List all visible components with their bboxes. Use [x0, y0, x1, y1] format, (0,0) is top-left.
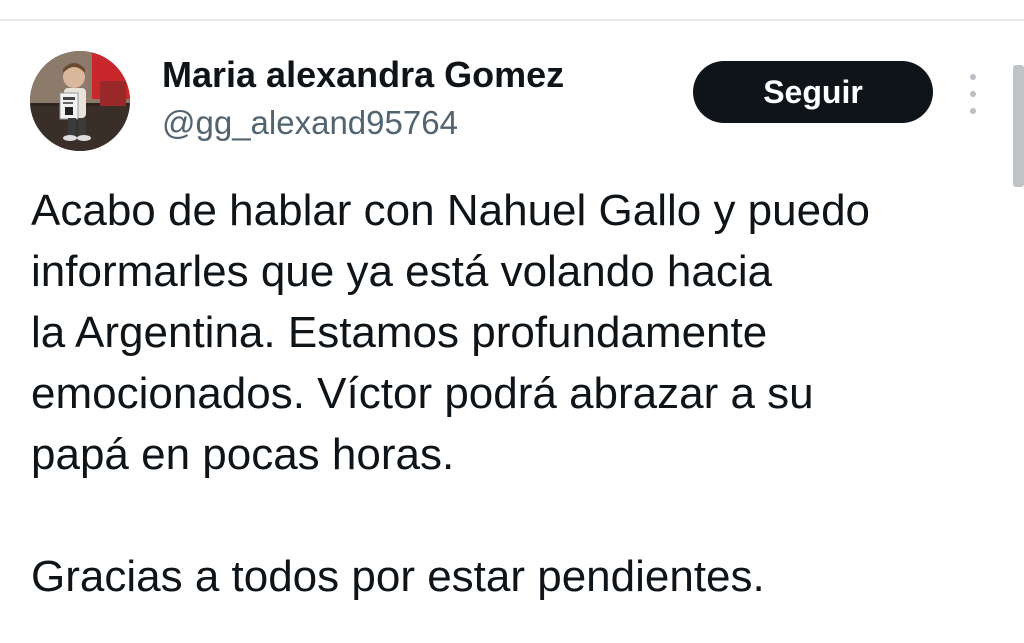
top-divider: [0, 19, 1024, 21]
avatar-photo: [30, 51, 130, 151]
dot: [970, 108, 976, 114]
avatar[interactable]: [30, 51, 130, 151]
dot: [970, 91, 976, 97]
dot: [970, 74, 976, 80]
tweet-closing-line: Gracias a todos por estar pendientes.: [31, 552, 765, 601]
tweet-screenshot: Maria alexandra Gomez @gg_alexand95764 S…: [0, 0, 1024, 643]
tweet-line: papá en pocas horas.: [31, 430, 455, 479]
display-name[interactable]: Maria alexandra Gomez: [162, 53, 564, 97]
tweet-text: Acabo de hablar con Nahuel Gallo y puedo…: [31, 180, 991, 607]
tweet-line: la Argentina. Estamos profundamente: [31, 308, 768, 357]
scrollbar[interactable]: [1013, 65, 1024, 187]
tweet-line: informarles que ya está volando hacia: [31, 247, 773, 296]
follow-button[interactable]: Seguir: [693, 61, 933, 123]
tweet-line: emocionados. Víctor podrá abrazar a su: [31, 369, 814, 418]
user-handle[interactable]: @gg_alexand95764: [162, 102, 458, 144]
tweet-line: Acabo de hablar con Nahuel Gallo y puedo: [31, 186, 871, 235]
more-options-icon[interactable]: [961, 74, 985, 114]
